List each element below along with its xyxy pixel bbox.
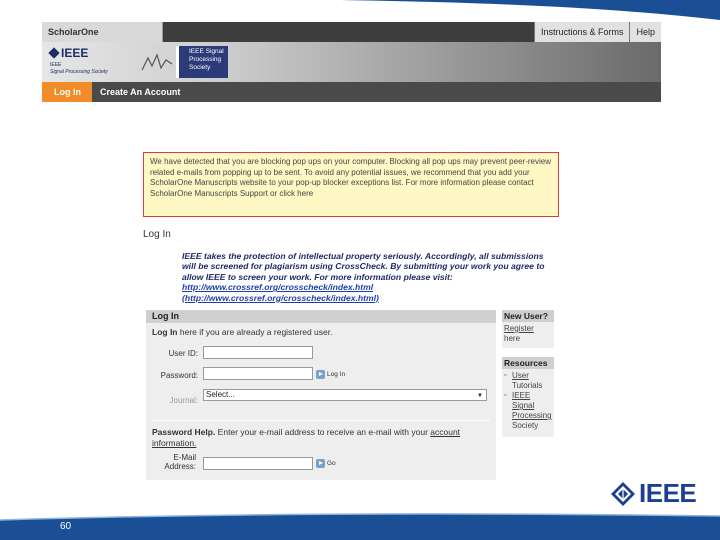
top-links: Instructions & Forms Help — [533, 22, 661, 42]
login-panel: Log In Log In here if you are already a … — [146, 310, 496, 480]
new-user-box: New User? Register here — [502, 310, 554, 348]
top-wave-decoration — [0, 0, 720, 20]
resources-body: User Tutorials IEEE Signal Processing So… — [502, 369, 554, 433]
password-input[interactable] — [203, 367, 313, 380]
nav-login-tab[interactable]: Log In — [42, 82, 92, 102]
new-user-title: New User? — [502, 310, 554, 322]
login-panel-title: Log In — [146, 310, 496, 323]
ieee-diamond-icon — [48, 47, 60, 59]
arrow-right-icon — [316, 370, 325, 379]
login-heading: Log In — [143, 229, 171, 240]
user-tutorials-link[interactable]: User — [512, 371, 529, 380]
new-user-body: Register here — [502, 322, 554, 346]
password-help-text: Enter your e-mail address to receive an … — [215, 427, 431, 437]
arrow-right-icon — [316, 459, 325, 468]
society-line2: Signal Processing Society — [50, 69, 108, 75]
resources-title: Resources — [502, 357, 554, 369]
password-help-bold: Password Help. — [152, 427, 216, 437]
login-intro: Log In here if you are already a registe… — [152, 327, 332, 337]
resources-box: Resources User Tutorials IEEE Signal Pro… — [502, 357, 554, 437]
resource-item: User Tutorials — [504, 371, 552, 391]
ieee-sps-rest: Society — [512, 421, 539, 430]
signal-wave-icon — [141, 53, 173, 71]
plagiarism-notice: IEEE takes the protection of intellectua… — [182, 251, 554, 303]
society-logo-box: IEEE Signal Processing Society — [176, 46, 228, 78]
user-id-label: User ID: — [168, 349, 198, 358]
user-id-input[interactable] — [203, 346, 313, 359]
register-rest: here — [504, 334, 521, 343]
go-button[interactable]: Go — [316, 459, 336, 468]
ieee-logo: IEEE — [610, 478, 697, 509]
register-link[interactable]: Register — [504, 324, 534, 333]
crosscheck-link-paren[interactable]: (http://www.crossref.org/crosscheck/inde… — [182, 293, 379, 303]
ieee-diamond-logo-icon — [611, 481, 635, 506]
login-button-label: Log In — [327, 371, 346, 378]
society-box-line2: Processing — [189, 56, 222, 63]
login-button[interactable]: Log In — [316, 370, 345, 379]
society-box-line1: IEEE Signal — [189, 48, 224, 55]
plagiarism-text: IEEE takes the protection of intellectua… — [182, 251, 545, 282]
bottom-wave-decoration — [0, 513, 720, 540]
ieee-logo-text: IEEE — [639, 478, 697, 508]
society-line1: IEEE — [50, 62, 62, 68]
login-intro-rest: here if you are already a registered use… — [177, 327, 333, 337]
journal-label: Journal: — [169, 396, 198, 405]
journal-select[interactable]: Select... ▼ — [203, 389, 487, 401]
go-button-label: Go — [327, 460, 336, 467]
scholarone-header: ScholarOne Manuscripts™ Instructions & F… — [42, 22, 661, 102]
help-link[interactable]: Help — [629, 22, 661, 42]
chevron-down-icon: ▼ — [477, 393, 483, 399]
crosscheck-link[interactable]: http://www.crossref.org/crosscheck/index… — [182, 282, 373, 292]
login-intro-bold: Log In — [152, 327, 178, 337]
panel-divider — [152, 420, 490, 421]
ieee-header-logo: IEEE — [48, 46, 89, 60]
page-number: 60 — [60, 521, 72, 532]
slide-top-band — [0, 0, 720, 20]
nav-bar: Log In Create An Account — [42, 82, 661, 102]
email-label: E-Mail Address: — [164, 453, 196, 471]
email-input[interactable] — [203, 457, 313, 470]
user-tutorials-rest: Tutorials — [512, 381, 543, 390]
top-bar: ScholarOne Manuscripts™ Instructions & F… — [42, 22, 661, 57]
brand-name: ScholarOne Manuscripts™ — [42, 22, 163, 57]
popup-blocker-warning: We have detected that you are blocking p… — [143, 152, 559, 217]
society-box-line3: Society — [189, 64, 211, 71]
password-help: Password Help. Enter your e-mail address… — [152, 427, 482, 448]
journal-select-value: Select... — [206, 390, 235, 399]
slide-bottom-band — [0, 512, 720, 540]
logo-band — [42, 42, 661, 82]
resource-item: IEEE Signal Processing Society — [504, 391, 552, 431]
nav-create-account-tab[interactable]: Create An Account — [100, 82, 180, 102]
ieee-header-text: IEEE — [61, 46, 89, 60]
instructions-forms-link[interactable]: Instructions & Forms — [533, 22, 630, 42]
ieee-sps-link[interactable]: IEEE Signal Processing — [512, 391, 552, 420]
password-label: Password: — [160, 371, 198, 380]
